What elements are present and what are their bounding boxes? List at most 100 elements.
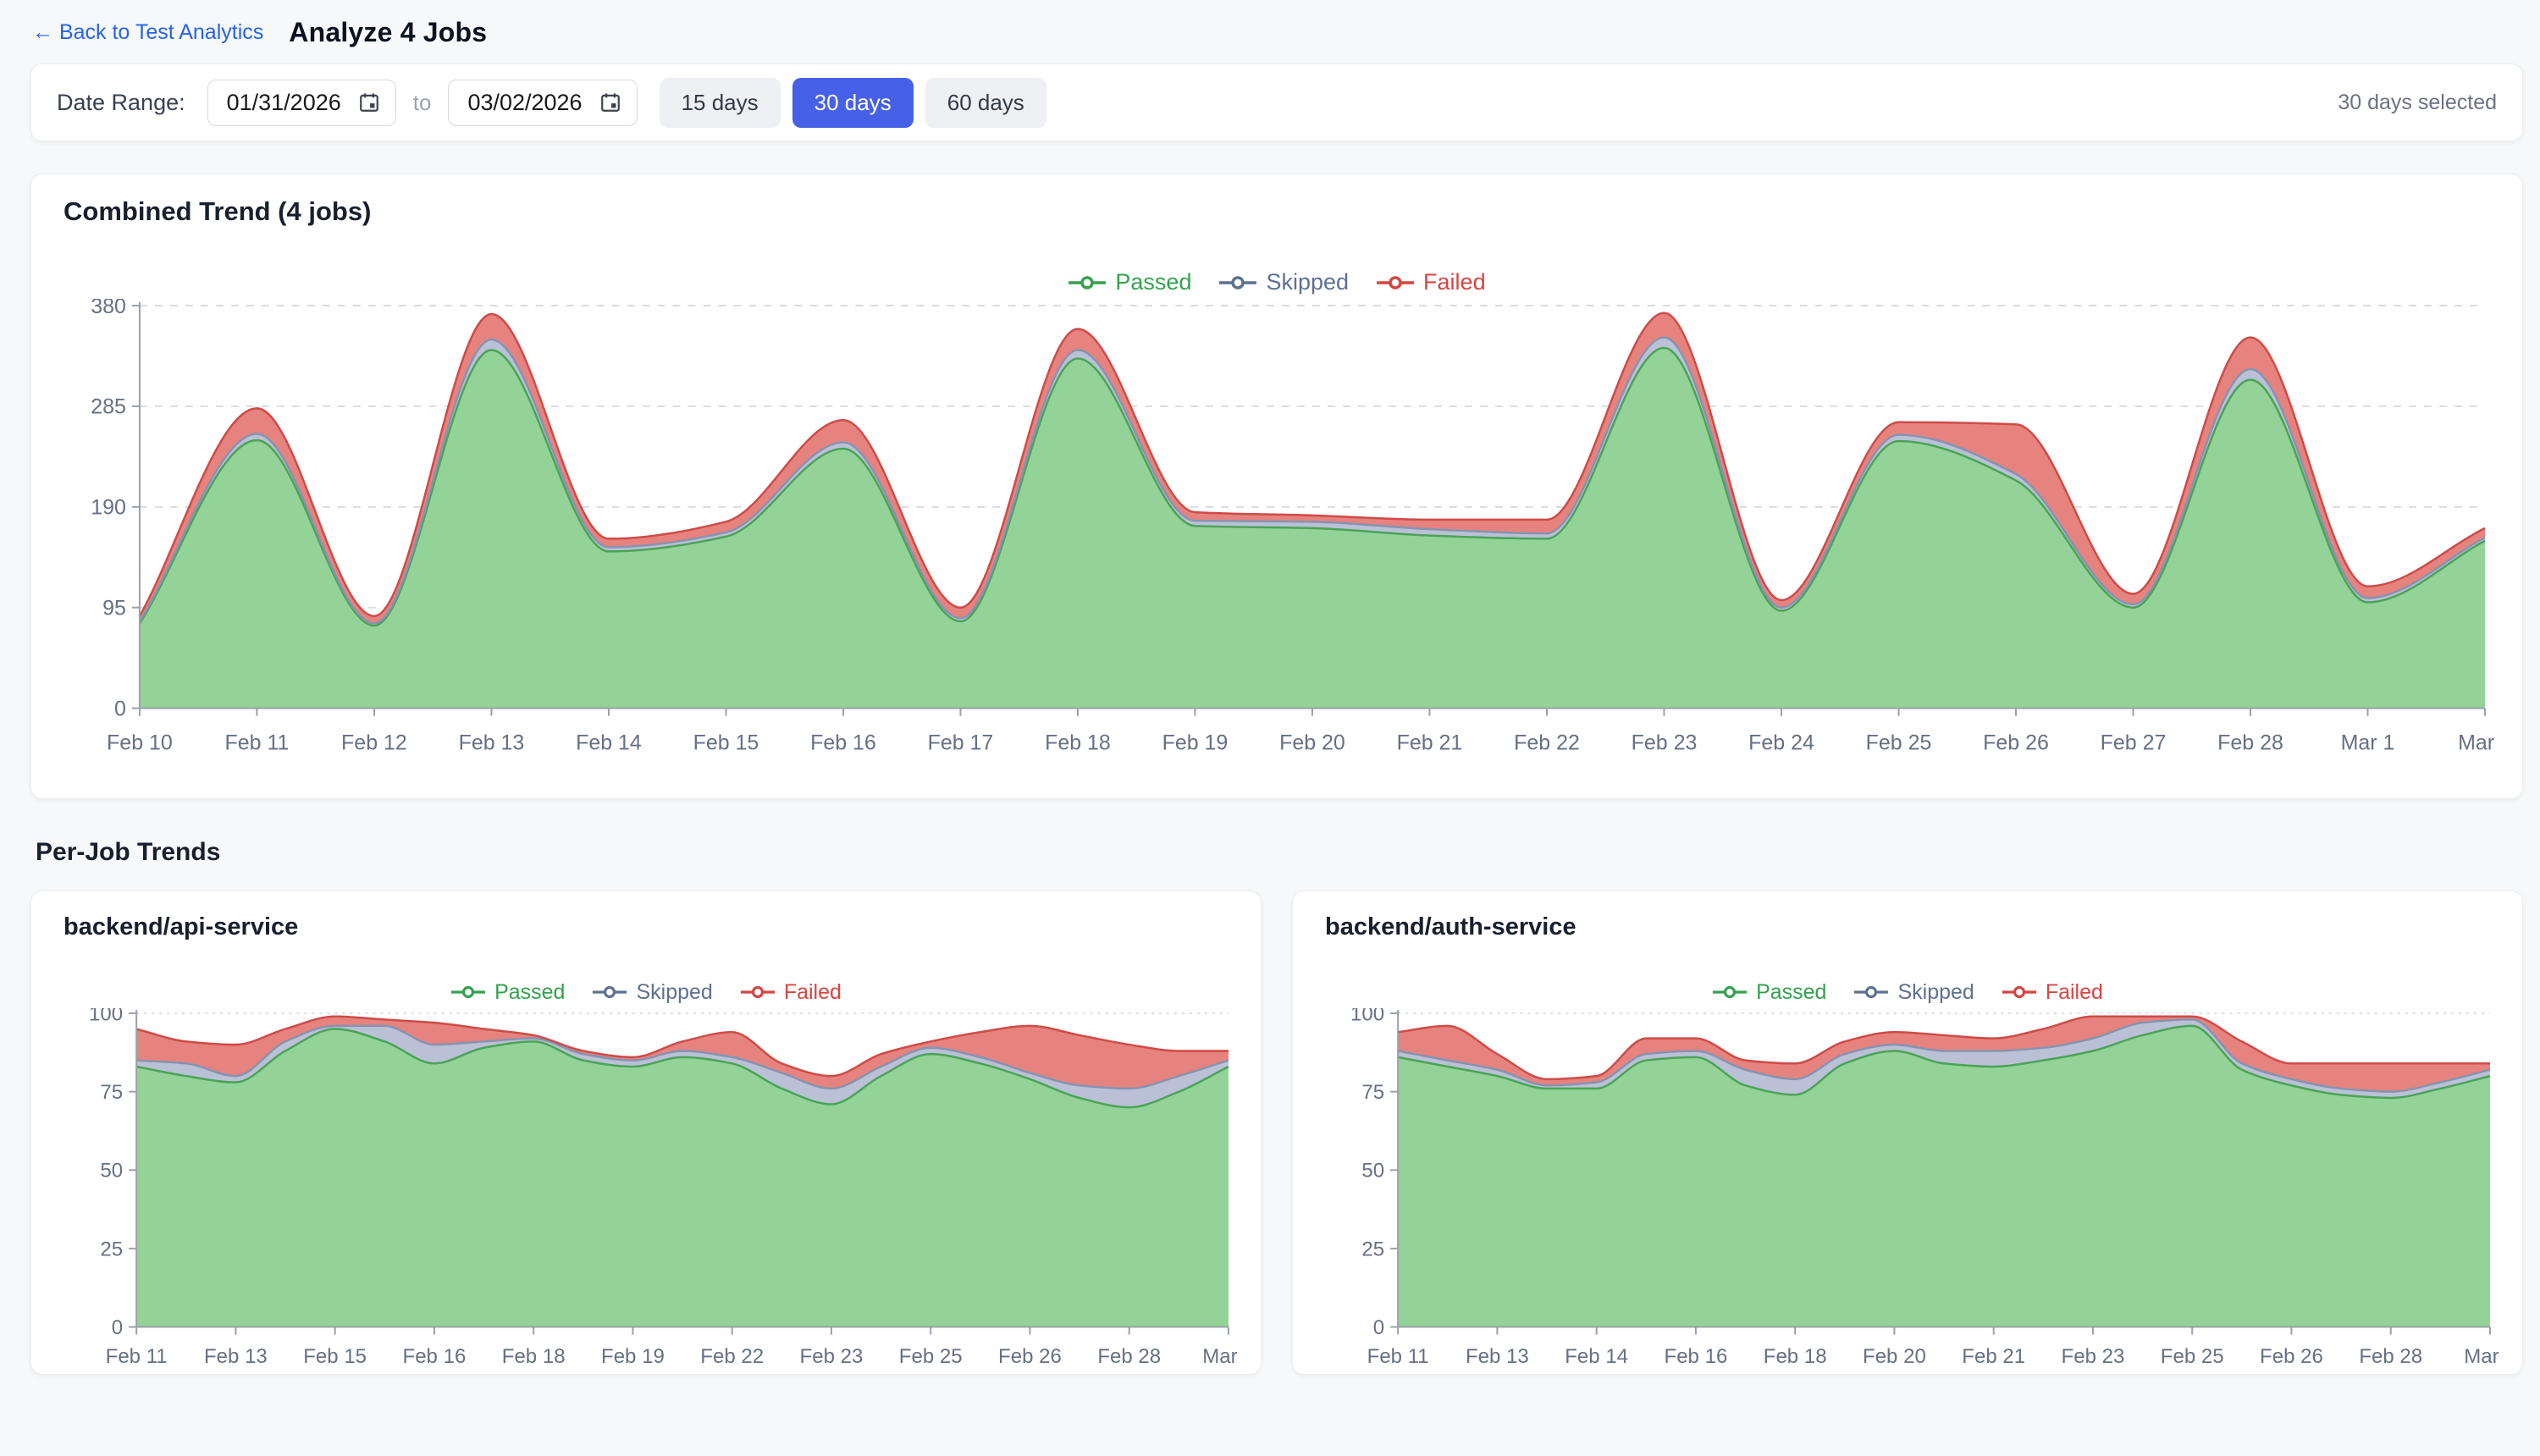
svg-text:Mar 2: Mar 2 [2458, 731, 2499, 754]
back-link[interactable]: ← Back to Test Analytics [32, 20, 263, 45]
svg-text:Feb 18: Feb 18 [502, 1345, 566, 1368]
legend-item-passed: Passed [1712, 980, 1826, 1005]
svg-text:Feb 28: Feb 28 [2217, 731, 2283, 754]
svg-text:Feb 18: Feb 18 [1764, 1345, 1827, 1368]
legend-item-skipped: Skipped [1218, 269, 1349, 295]
svg-text:Feb 19: Feb 19 [1162, 731, 1229, 754]
legend-label: Skipped [636, 980, 712, 1005]
legend-line-icon [1376, 274, 1415, 291]
api-service-chart: 0255075100Feb 11Feb 13Feb 15Feb 16Feb 18… [55, 1008, 1237, 1373]
svg-text:Feb 23: Feb 23 [2062, 1345, 2125, 1368]
per-job-grid: backend/api-service Passed Skipped Faile… [30, 891, 2523, 1376]
job-card-auth-service: backend/auth-service Passed Skipped Fail… [1292, 891, 2523, 1376]
svg-text:25: 25 [1361, 1238, 1384, 1260]
legend-item-passed: Passed [450, 980, 565, 1005]
combined-legend: Passed Skipped Failed [55, 269, 2499, 295]
legend-label: Passed [1115, 269, 1191, 295]
to-label: to [413, 90, 432, 116]
svg-text:95: 95 [102, 596, 126, 620]
svg-text:100: 100 [1350, 1008, 1384, 1025]
svg-text:Feb 27: Feb 27 [2101, 731, 2167, 754]
svg-text:Feb 28: Feb 28 [1097, 1345, 1161, 1368]
svg-text:Mar 2: Mar 2 [2464, 1345, 2499, 1368]
range-30-days-button[interactable]: 30 days [792, 78, 914, 128]
combined-chart-title: Combined Trend (4 jobs) [64, 196, 2499, 227]
per-job-trends-heading: Per-Job Trends [36, 838, 2523, 867]
job-title: backend/api-service [64, 913, 1237, 941]
calendar-icon [358, 91, 380, 113]
svg-text:Feb 11: Feb 11 [1367, 1345, 1429, 1368]
svg-text:Feb 16: Feb 16 [403, 1345, 467, 1368]
svg-text:0: 0 [114, 697, 126, 720]
svg-text:Mar 1: Mar 1 [2341, 731, 2395, 754]
legend-item-failed: Failed [1376, 269, 1486, 295]
svg-text:100: 100 [89, 1008, 123, 1025]
legend-item-skipped: Skipped [592, 980, 712, 1005]
range-60-days-button[interactable]: 60 days [925, 78, 1046, 128]
svg-text:Feb 26: Feb 26 [998, 1345, 1062, 1368]
svg-text:380: 380 [91, 299, 126, 318]
legend-item-skipped: Skipped [1853, 980, 1974, 1005]
svg-text:Feb 20: Feb 20 [1863, 1345, 1926, 1368]
legend-line-icon [1068, 274, 1107, 291]
svg-text:Feb 23: Feb 23 [800, 1345, 864, 1368]
job-legend: Passed Skipped Failed [1317, 980, 2499, 1005]
svg-text:Feb 12: Feb 12 [341, 731, 407, 754]
legend-item-failed: Failed [2002, 980, 2103, 1005]
svg-text:Feb 14: Feb 14 [576, 731, 642, 754]
date-range-card: Date Range: 01/31/2026 to 03/02/2026 15 … [30, 63, 2523, 141]
svg-text:Mar 2: Mar 2 [1202, 1345, 1237, 1368]
start-date-value: 01/31/2026 [227, 90, 341, 116]
date-range-label: Date Range: [57, 90, 185, 116]
svg-text:Feb 21: Feb 21 [1397, 731, 1463, 754]
legend-label: Skipped [1897, 980, 1974, 1005]
calendar-icon [599, 91, 621, 113]
svg-text:285: 285 [91, 395, 126, 419]
svg-text:0: 0 [112, 1316, 123, 1339]
svg-text:Feb 19: Feb 19 [601, 1345, 665, 1368]
svg-text:Feb 11: Feb 11 [106, 1345, 168, 1368]
svg-text:Feb 15: Feb 15 [303, 1345, 367, 1368]
svg-text:Feb 26: Feb 26 [1983, 731, 2049, 754]
svg-text:Feb 14: Feb 14 [1565, 1345, 1628, 1368]
job-legend: Passed Skipped Failed [55, 980, 1237, 1005]
start-date-input[interactable]: 01/31/2026 [207, 80, 396, 126]
quick-range-buttons: 15 days 30 days 60 days [660, 78, 1046, 128]
legend-line-icon [1712, 984, 1748, 1001]
legend-item-passed: Passed [1068, 269, 1191, 295]
svg-text:25: 25 [100, 1238, 123, 1260]
job-title: backend/auth-service [1325, 913, 2499, 941]
legend-line-icon [2002, 984, 2037, 1001]
svg-text:Feb 21: Feb 21 [1962, 1345, 2025, 1368]
svg-text:75: 75 [100, 1081, 123, 1104]
combined-trend-card: Combined Trend (4 jobs) Passed Skipped F… [30, 174, 2523, 799]
svg-text:Feb 22: Feb 22 [700, 1345, 764, 1368]
svg-text:Feb 13: Feb 13 [459, 731, 525, 754]
svg-text:Feb 23: Feb 23 [1632, 731, 1698, 754]
end-date-input[interactable]: 03/02/2026 [448, 80, 637, 126]
job-card-api-service: backend/api-service Passed Skipped Faile… [30, 891, 1262, 1376]
end-date-value: 03/02/2026 [467, 90, 582, 116]
page-title: Analyze 4 Jobs [289, 17, 487, 48]
svg-text:Feb 26: Feb 26 [2260, 1345, 2323, 1368]
svg-text:Feb 15: Feb 15 [693, 731, 759, 754]
legend-label: Failed [784, 980, 842, 1005]
svg-text:Feb 25: Feb 25 [899, 1345, 963, 1368]
auth-service-chart: 0255075100Feb 11Feb 13Feb 14Feb 16Feb 18… [1317, 1008, 2499, 1373]
legend-item-failed: Failed [740, 980, 842, 1005]
legend-line-icon [450, 984, 486, 1001]
top-bar: ← Back to Test Analytics Analyze 4 Jobs [0, 0, 2540, 63]
legend-line-icon [740, 984, 776, 1001]
svg-text:Feb 16: Feb 16 [1665, 1345, 1728, 1368]
svg-text:190: 190 [91, 496, 126, 520]
svg-text:Feb 20: Feb 20 [1279, 731, 1345, 754]
svg-text:Feb 13: Feb 13 [204, 1345, 268, 1368]
range-15-days-button[interactable]: 15 days [660, 78, 781, 128]
combined-trend-chart: 095190285380Feb 10Feb 11Feb 12Feb 13Feb … [55, 299, 2499, 773]
legend-label: Failed [1423, 269, 1486, 295]
legend-line-icon [1218, 274, 1257, 291]
svg-text:Feb 13: Feb 13 [1466, 1345, 1529, 1368]
legend-line-icon [592, 984, 627, 1001]
legend-label: Passed [494, 980, 565, 1005]
svg-text:Feb 18: Feb 18 [1045, 731, 1111, 754]
